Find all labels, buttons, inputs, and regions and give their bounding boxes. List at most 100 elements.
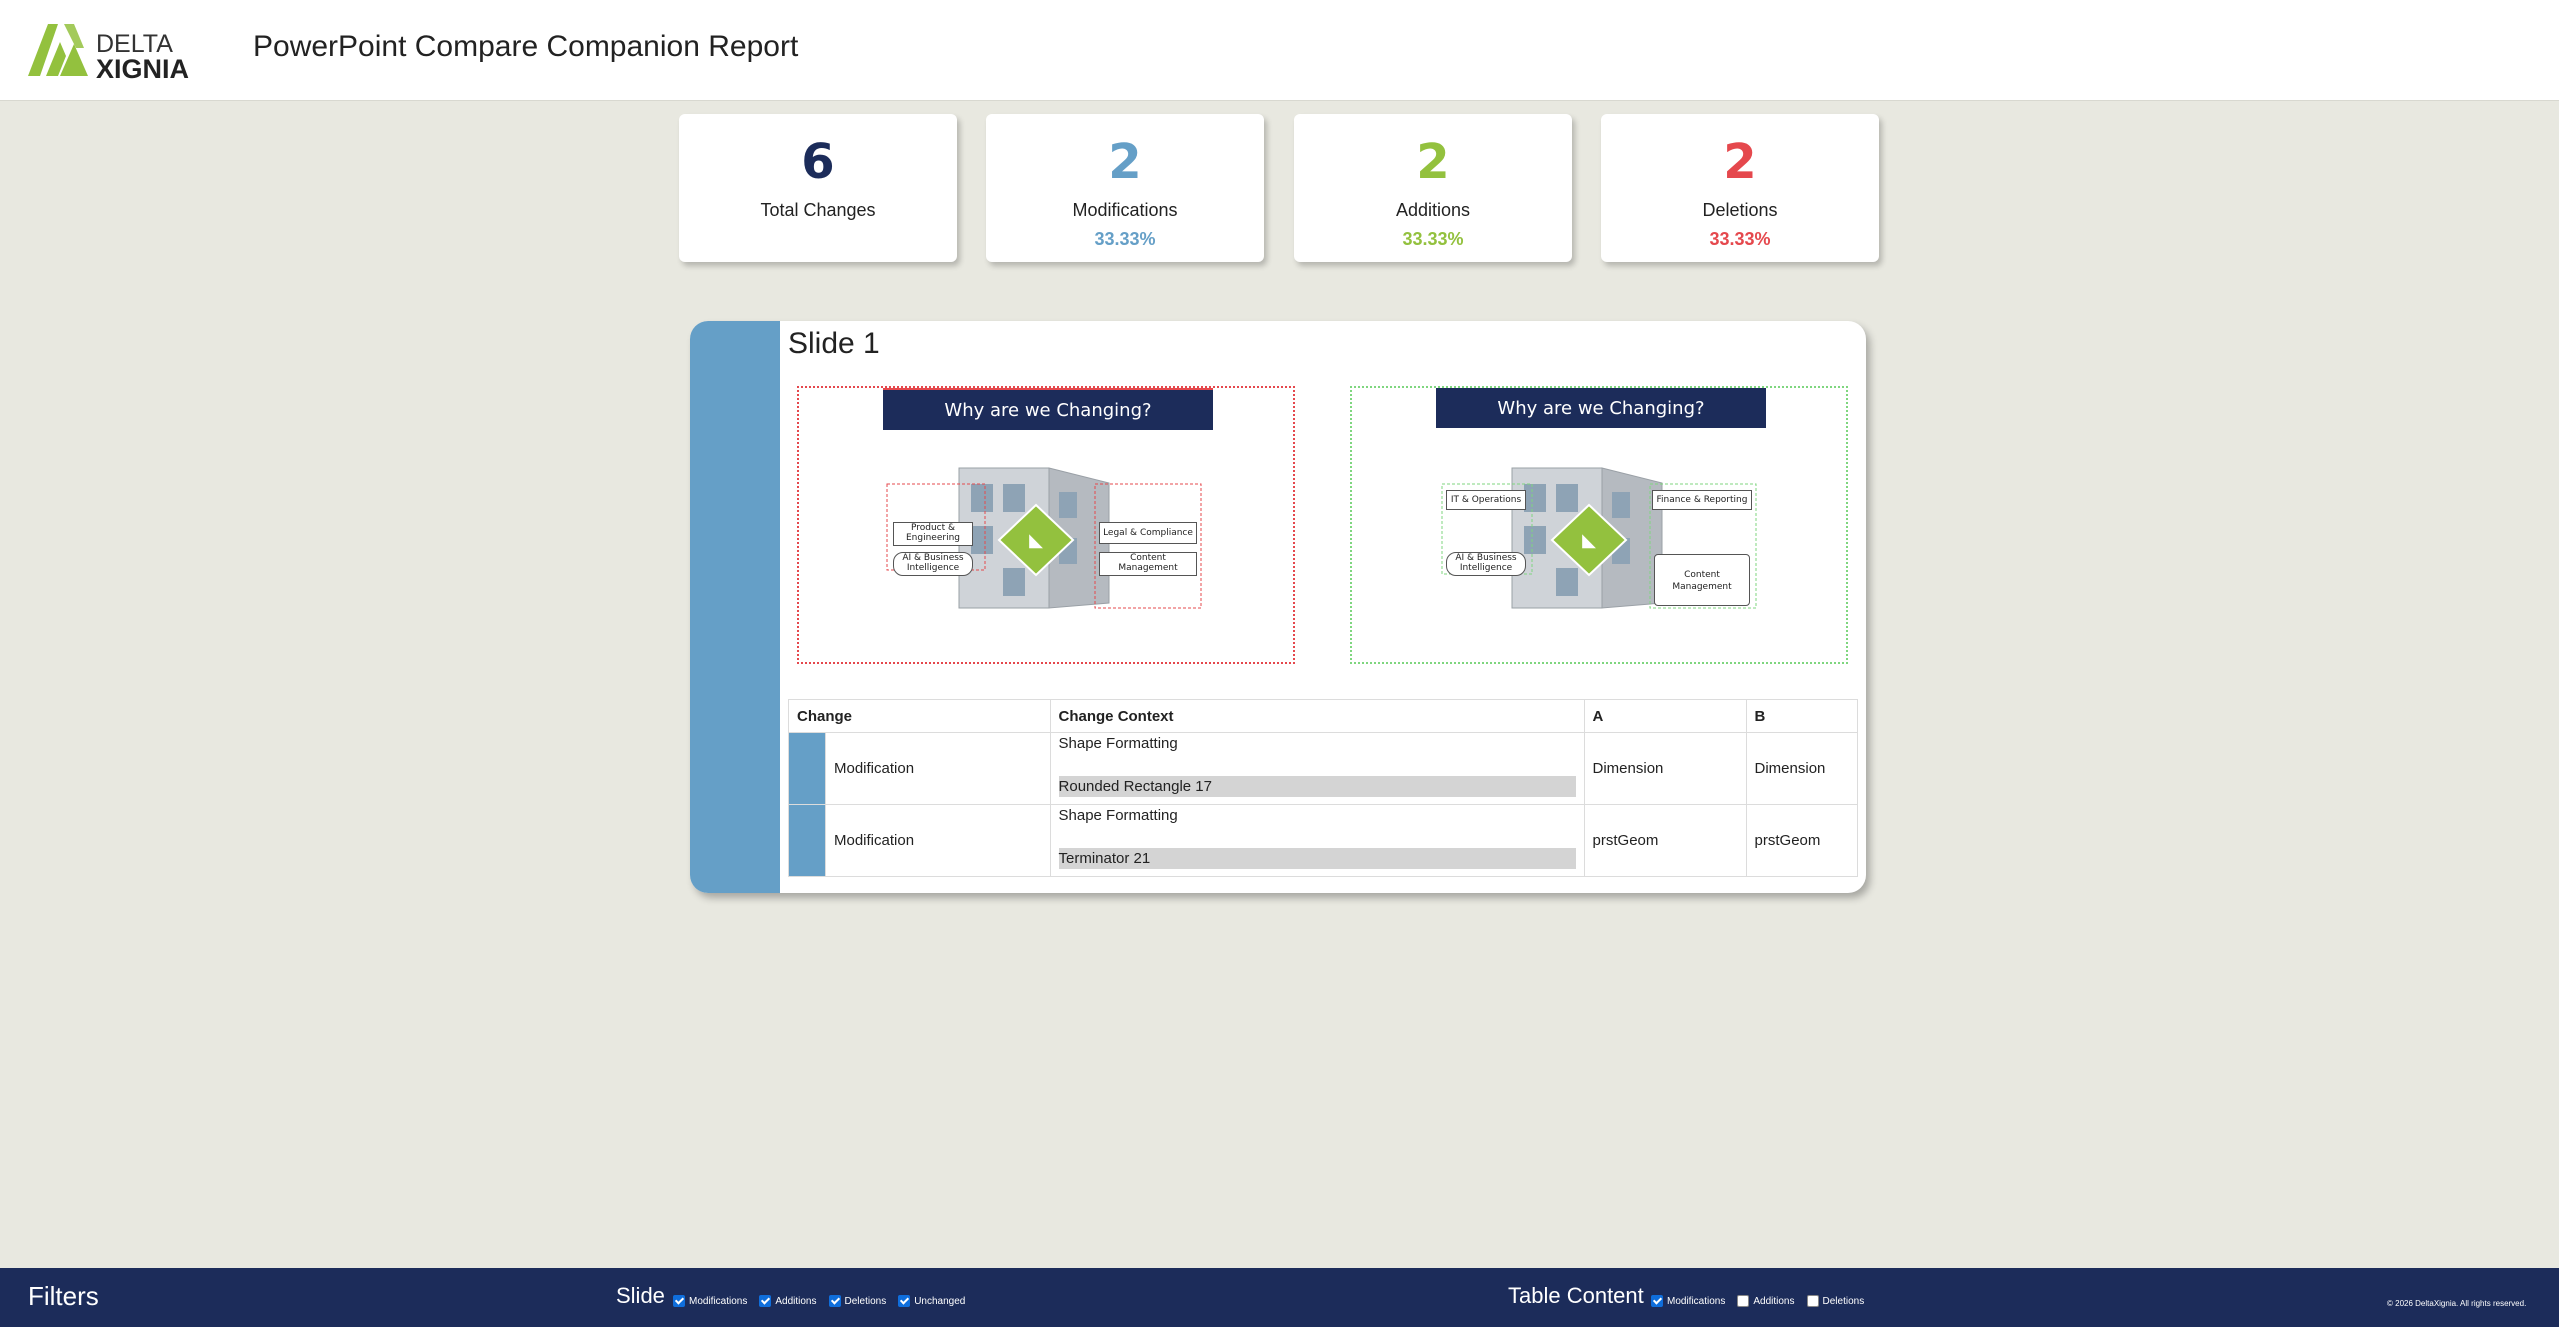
slide-label-box: Legal & Compliance bbox=[1099, 522, 1197, 544]
slide-label: Intelligence bbox=[1459, 563, 1513, 573]
checkbox-label: Additions bbox=[775, 1295, 817, 1307]
stat-label: Additions bbox=[1395, 200, 1471, 220]
slide-title: Slide 1 bbox=[788, 327, 880, 360]
slide-label: Finance & Reporting bbox=[1656, 495, 1748, 505]
filters-title: Filters bbox=[28, 1281, 99, 1311]
slide-filter-unchanged[interactable]: Unchanged bbox=[898, 1295, 965, 1307]
table-row[interactable]: Modification Shape Formatting Terminator… bbox=[788, 804, 1859, 877]
checkbox-label: Unchanged bbox=[914, 1295, 966, 1307]
slide-label-box: AI & Business Intelligence bbox=[893, 552, 973, 576]
change-type-swatch bbox=[788, 804, 826, 877]
slide-label: Content bbox=[1130, 553, 1166, 563]
stat-card-total: 6 Total Changes bbox=[679, 114, 957, 262]
stat-value: 2 bbox=[1108, 134, 1142, 190]
stat-card-deletions: 2 Deletions 33.33% bbox=[1601, 114, 1879, 262]
page-title: PowerPoint Compare Companion Report bbox=[253, 30, 799, 63]
slide-banner: Why are we Changing? bbox=[883, 388, 1213, 430]
svg-text:◣: ◣ bbox=[1582, 530, 1596, 551]
slide-label: Content bbox=[1684, 570, 1720, 580]
change-table: Change Change Context A B Modification S… bbox=[788, 699, 1859, 877]
slide-label: Product & bbox=[910, 523, 956, 533]
copyright-text: © 2026 DeltaXignia. All rights reserved. bbox=[2387, 1299, 2527, 1308]
slide-label-box: Product & Engineering bbox=[893, 522, 973, 546]
stat-percent: 33.33% bbox=[1709, 229, 1771, 249]
change-context-cell: Shape Formatting Terminator 21 bbox=[1049, 804, 1585, 877]
slide-label-box: Content Management bbox=[1654, 554, 1750, 606]
stat-card-additions: 2 Additions 33.33% bbox=[1294, 114, 1572, 262]
stat-label: Deletions bbox=[1702, 200, 1778, 220]
shape-name-bar: Terminator 21 bbox=[1058, 847, 1576, 869]
value-a-cell: prstGeom bbox=[1583, 804, 1747, 877]
table-filter-additions[interactable]: Additions bbox=[1737, 1295, 1795, 1307]
slide-panel: Slide 1 ◣ Why are we Changing? Product &… bbox=[690, 321, 1866, 893]
column-header-b: B bbox=[1745, 699, 1859, 733]
stat-card-modifications: 2 Modifications 33.33% bbox=[986, 114, 1264, 262]
checkbox-label: Deletions bbox=[844, 1295, 887, 1307]
stat-label: Total Changes bbox=[760, 200, 876, 220]
table-filter-deletions[interactable]: Deletions bbox=[1806, 1295, 1865, 1307]
value-a-cell: Dimension bbox=[1583, 732, 1747, 805]
table-content-filter-group: Modifications Additions Deletions bbox=[1651, 1295, 1876, 1307]
slide-label: AI & Business bbox=[1455, 553, 1517, 563]
slide-label: Engineering bbox=[906, 533, 960, 543]
deltaxignia-logo: DELTA XIGNIA bbox=[26, 22, 196, 84]
slide-banner: Why are we Changing? bbox=[1436, 388, 1766, 428]
stat-percent: 33.33% bbox=[1094, 229, 1156, 249]
stat-value: 2 bbox=[1723, 134, 1757, 190]
table-header-row: Change Change Context A B bbox=[788, 699, 1859, 733]
shape-name-bar: Rounded Rectangle 17 bbox=[1058, 775, 1576, 797]
slide-label-box: IT & Operations bbox=[1446, 490, 1526, 510]
change-type-cell: Modification bbox=[825, 732, 1051, 805]
header: DELTA XIGNIA PowerPoint Compare Companio… bbox=[0, 0, 2559, 101]
checkbox[interactable] bbox=[673, 1295, 685, 1307]
change-type-swatch bbox=[788, 732, 826, 805]
slide-label-box: Finance & Reporting bbox=[1652, 490, 1752, 510]
change-context-label: Shape Formatting bbox=[1058, 734, 1178, 752]
checkbox[interactable] bbox=[898, 1295, 911, 1307]
stat-percent: 33.33% bbox=[1402, 229, 1464, 249]
column-header-a: A bbox=[1583, 699, 1747, 733]
slide-label: AI & Business bbox=[902, 553, 964, 563]
logo-text-xignia: XIGNIA bbox=[96, 54, 190, 84]
column-header-change: Change bbox=[788, 699, 1051, 733]
slide-thumbnail-a[interactable]: ◣ Why are we Changing? Product & Enginee… bbox=[797, 386, 1295, 664]
slide-status-strip bbox=[690, 321, 780, 893]
checkbox[interactable] bbox=[1806, 1295, 1819, 1307]
checkbox-label: Additions bbox=[1753, 1295, 1795, 1307]
slide-filter-modifications[interactable]: Modifications bbox=[673, 1295, 747, 1307]
slide-label-box: AI & Business Intelligence bbox=[1446, 552, 1526, 576]
checkbox[interactable] bbox=[1737, 1295, 1750, 1307]
slide-filter-additions[interactable]: Additions bbox=[759, 1295, 817, 1307]
slide-filter-group: Modifications Additions Deletions Unchan… bbox=[673, 1295, 977, 1307]
slide-thumbnail-b[interactable]: ◣ Why are we Changing? IT & Operations F… bbox=[1350, 386, 1848, 664]
slide-filter-deletions[interactable]: Deletions bbox=[828, 1295, 887, 1307]
change-type-cell: Modification bbox=[825, 804, 1051, 877]
table-filter-modifications[interactable]: Modifications bbox=[1651, 1295, 1725, 1307]
building-illustration-icon: ◣ bbox=[1441, 467, 1757, 609]
slide-label: Management bbox=[1118, 563, 1178, 573]
stat-value: 2 bbox=[1416, 134, 1450, 190]
checkbox[interactable] bbox=[1651, 1295, 1663, 1307]
slide-label: Legal & Compliance bbox=[1103, 528, 1193, 538]
filters-footer: Filters Slide Modifications Additions De… bbox=[0, 1268, 2559, 1327]
checkbox-label: Modifications bbox=[1667, 1295, 1726, 1307]
slide-label-box: Content Management bbox=[1099, 552, 1197, 576]
column-header-context: Change Context bbox=[1049, 699, 1585, 733]
slide-filter-label: Slide bbox=[616, 1283, 665, 1308]
slide-label: IT & Operations bbox=[1450, 495, 1522, 505]
stat-label: Modifications bbox=[1072, 200, 1178, 220]
svg-text:◣: ◣ bbox=[1029, 530, 1043, 551]
checkbox-label: Deletions bbox=[1822, 1295, 1865, 1307]
change-context-label: Shape Formatting bbox=[1058, 806, 1178, 824]
slide-label: Management bbox=[1672, 582, 1732, 592]
value-b-cell: Dimension bbox=[1745, 732, 1859, 805]
checkbox[interactable] bbox=[828, 1295, 841, 1307]
table-content-filter-label: Table Content bbox=[1508, 1283, 1644, 1308]
table-row[interactable]: Modification Shape Formatting Rounded Re… bbox=[788, 732, 1859, 805]
checkbox[interactable] bbox=[759, 1295, 772, 1307]
logo-mark-icon bbox=[28, 24, 88, 76]
value-b-cell: prstGeom bbox=[1745, 804, 1859, 877]
change-context-cell: Shape Formatting Rounded Rectangle 17 bbox=[1049, 732, 1585, 805]
stat-value: 6 bbox=[801, 134, 835, 190]
slide-label: Intelligence bbox=[906, 563, 960, 573]
